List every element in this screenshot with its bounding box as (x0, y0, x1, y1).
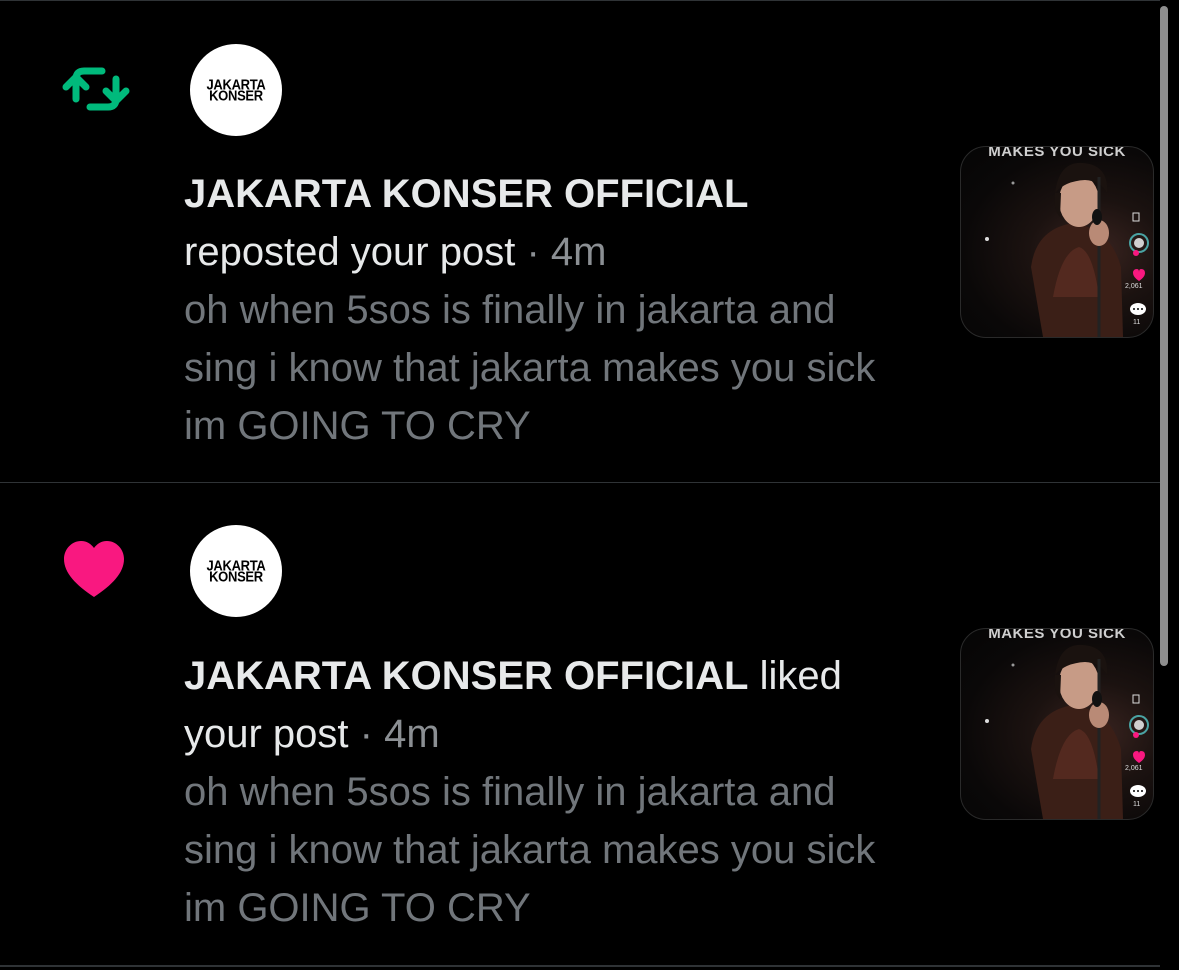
avatar-logo-line2: KONSER (209, 87, 263, 104)
notification-item-repost[interactable]: JAKARTA KONSER JAKARTA KONSER OFFICIAL re… (0, 0, 1160, 483)
thumbnail-comment-count: 11 (1133, 801, 1141, 808)
notification-headline: JAKARTA KONSER OFFICIAL liked your post … (184, 647, 914, 763)
repost-icon (58, 59, 134, 119)
separator-dot: · (526, 230, 540, 274)
user-name-link[interactable]: JAKARTA KONSER OFFICIAL (184, 172, 748, 216)
post-media-thumbnail[interactable]: MAKES YOU SICK 2,061 11 (960, 146, 1154, 338)
thumbnail-caption: MAKES YOU SICK (988, 628, 1126, 642)
avatar-logo-line2: KONSER (209, 568, 263, 585)
divider (0, 965, 1160, 967)
timestamp: 4m (550, 230, 607, 274)
notification-item-like[interactable]: JAKARTA KONSER JAKARTA KONSER OFFICIAL l… (0, 482, 1160, 967)
user-name-link[interactable]: JAKARTA KONSER OFFICIAL (184, 654, 748, 698)
heart-icon (58, 539, 134, 599)
avatar[interactable]: JAKARTA KONSER (190, 525, 282, 617)
notification-headline: JAKARTA KONSER OFFICIAL reposted your pos… (184, 165, 914, 281)
timestamp: 4m (384, 712, 440, 756)
thumbnail-image (985, 644, 1149, 819)
thumbnail-comment-count: 11 (1133, 319, 1141, 326)
avatar[interactable]: JAKARTA KONSER (190, 44, 282, 136)
scrollbar[interactable] (1160, 6, 1168, 666)
notification-text-block: JAKARTA KONSER OFFICIAL reposted your pos… (184, 165, 914, 455)
notifications-feed: JAKARTA KONSER JAKARTA KONSER OFFICIAL re… (0, 0, 1179, 970)
thumbnail-like-count: 2,061 (1125, 765, 1143, 772)
notification-text-block: JAKARTA KONSER OFFICIAL liked your post … (184, 647, 914, 937)
thumbnail-image (985, 162, 1149, 337)
thumbnail-like-count: 2,061 (1125, 283, 1143, 290)
post-media-thumbnail[interactable]: MAKES YOU SICK 2,061 11 (960, 628, 1154, 820)
separator-dot: · (359, 712, 373, 756)
thumbnail-caption: MAKES YOU SICK (988, 146, 1126, 160)
action-text: reposted your post (184, 230, 516, 274)
post-preview-text: oh when 5sos is finally in jakarta and s… (184, 770, 876, 930)
post-preview-text: oh when 5sos is finally in jakarta and s… (184, 288, 876, 448)
